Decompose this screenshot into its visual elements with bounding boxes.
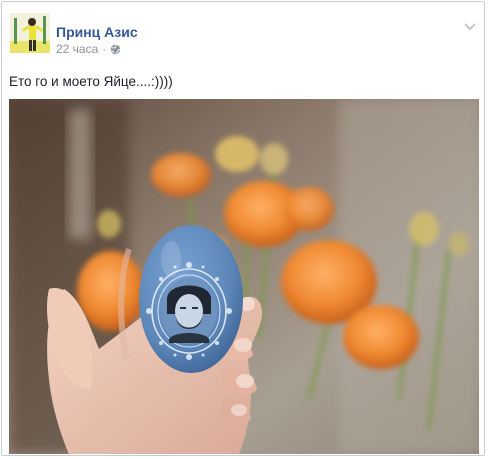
post-meta: 22 часа · — [56, 42, 121, 56]
post-photo[interactable] — [9, 99, 479, 454]
avatar-image — [10, 13, 50, 53]
post-card: Принц Азис 22 часа · Ето го и моето Яйце… — [1, 1, 485, 456]
avatar[interactable] — [10, 13, 50, 53]
post-text: Ето го и моето Яйце....:)))) — [9, 74, 173, 89]
chevron-down-icon[interactable] — [464, 22, 476, 32]
easter-egg-photo-image — [9, 99, 479, 454]
post-timestamp[interactable]: 22 часа — [56, 42, 98, 56]
meta-separator: · — [102, 42, 107, 56]
author-name-link[interactable]: Принц Азис — [56, 24, 138, 40]
globe-icon[interactable] — [110, 44, 121, 55]
decorated-egg-image — [139, 225, 243, 373]
